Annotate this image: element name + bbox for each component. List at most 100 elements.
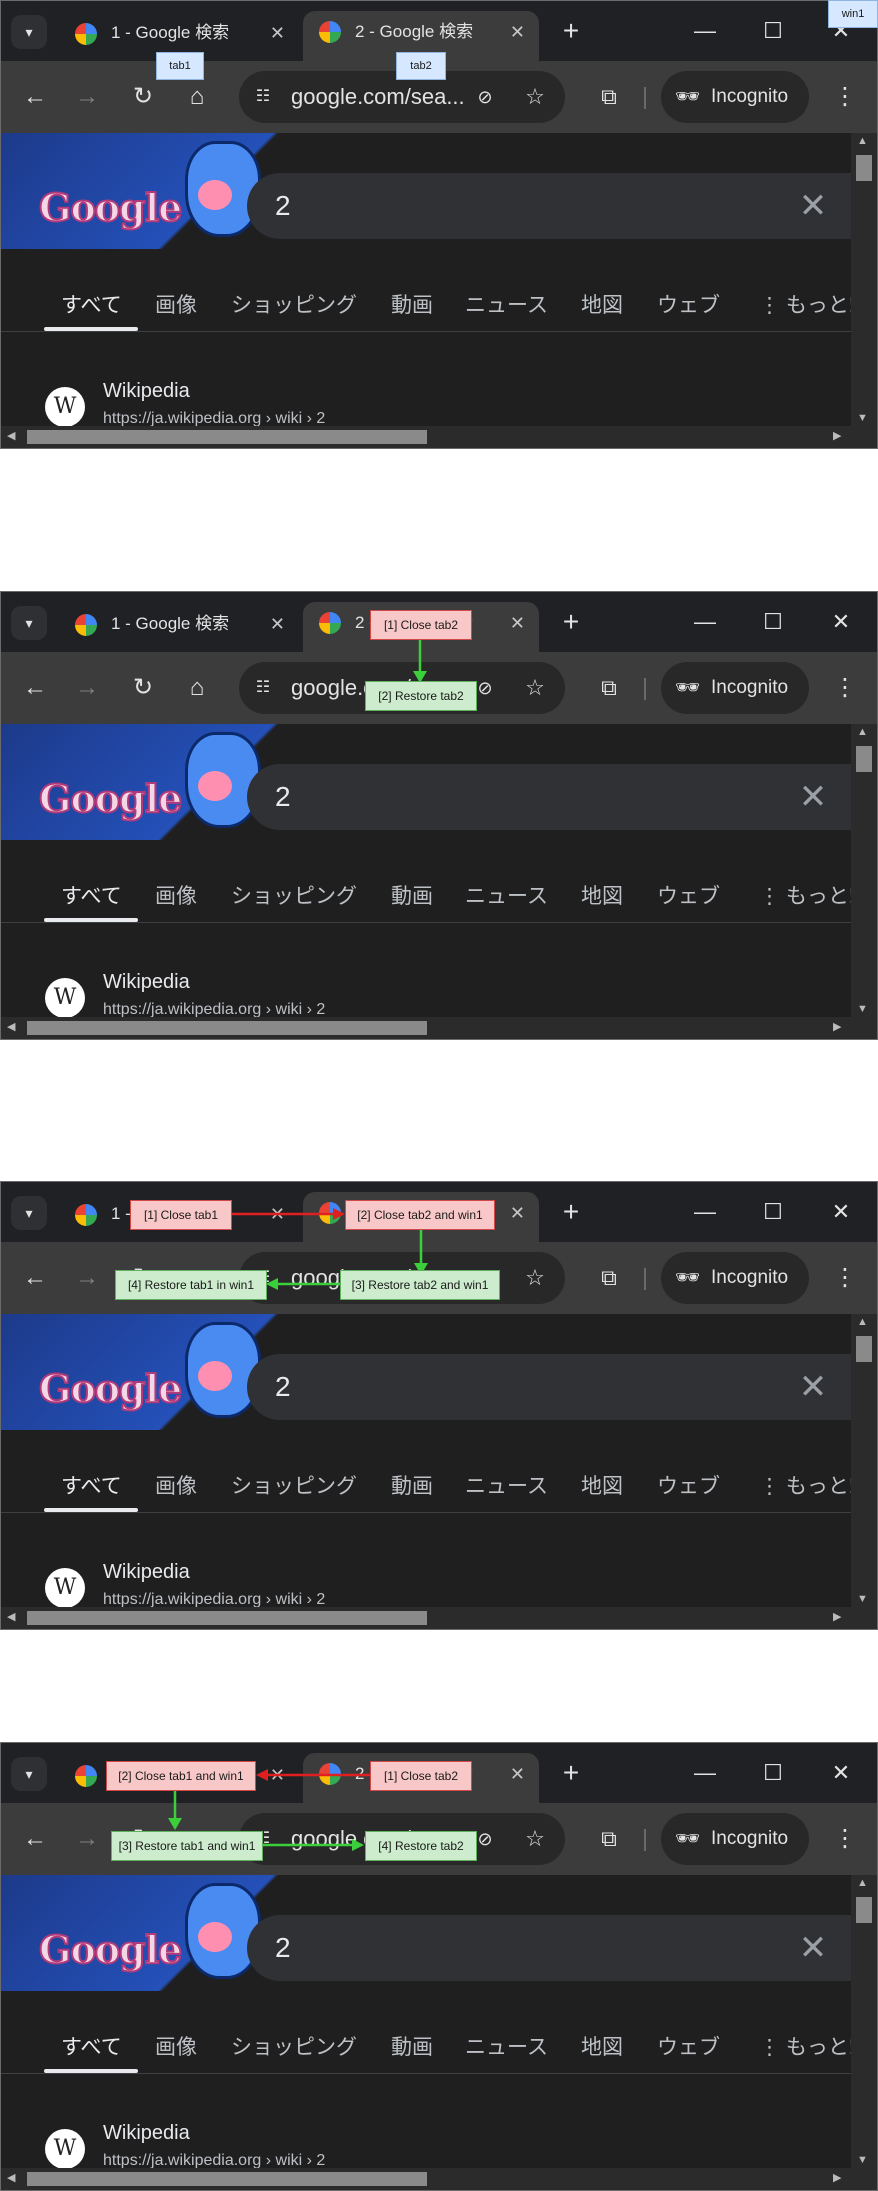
back-icon[interactable]: ← (17, 670, 53, 706)
nav-maps[interactable]: 地図 (581, 289, 623, 319)
clear-search-icon[interactable]: ✕ (793, 186, 833, 226)
scroll-right-icon[interactable]: ▶ (833, 1020, 841, 1033)
result-title[interactable]: Wikipedia (103, 1561, 190, 1584)
close-tab-1-icon[interactable]: ✕ (270, 1194, 285, 1234)
horizontal-scrollbar[interactable]: ◀ ▶ (1, 1607, 877, 1629)
menu-icon[interactable]: ⋮ (827, 1260, 863, 1296)
incognito-badge[interactable]: 🕶 Incognito (661, 1252, 809, 1304)
scroll-down-icon[interactable]: ▼ (857, 1003, 868, 1015)
search-input[interactable]: 2 ✕ (247, 1915, 851, 1981)
nav-more[interactable]: ⋮ もっと! (759, 880, 851, 910)
nav-maps[interactable]: 地図 (581, 1470, 623, 1500)
tab-search-button[interactable]: ▾ (11, 15, 47, 49)
nav-news[interactable]: ニュース (465, 1470, 548, 1500)
minimize-button[interactable]: — (685, 606, 725, 640)
vertical-scrollbar[interactable]: ▲ ▼ (851, 1314, 877, 1607)
nav-videos[interactable]: 動画 (391, 1470, 433, 1500)
tab-search-button[interactable]: ▾ (11, 1757, 47, 1791)
close-tab-2-icon[interactable]: ✕ (510, 602, 525, 644)
maximize-button[interactable]: ☐ (753, 15, 793, 49)
vertical-scroll-thumb[interactable] (856, 1336, 872, 1362)
bookmark-star-icon[interactable]: ☆ (519, 1262, 551, 1294)
scroll-down-icon[interactable]: ▼ (857, 2154, 868, 2166)
nav-web[interactable]: ウェブ (657, 289, 720, 319)
reload-icon[interactable]: ↻ (125, 79, 161, 115)
nav-maps[interactable]: 地図 (581, 880, 623, 910)
nav-images[interactable]: 画像 (155, 289, 197, 319)
nav-shopping[interactable]: ショッピング (231, 1470, 357, 1500)
horizontal-scrollbar[interactable]: ◀ ▶ (1, 426, 877, 448)
scroll-up-icon[interactable]: ▲ (857, 1316, 868, 1328)
back-icon[interactable]: ← (17, 79, 53, 115)
nav-images[interactable]: 画像 (155, 2031, 197, 2061)
nav-more[interactable]: ⋮ もっと! (759, 1470, 851, 1500)
nav-shopping[interactable]: ショッピング (231, 289, 357, 319)
tab-1[interactable]: 1 - Google 検索 ✕ (59, 13, 299, 53)
new-tab-button[interactable]: + (554, 606, 588, 640)
nav-news[interactable]: ニュース (465, 2031, 548, 2061)
bookmark-star-icon[interactable]: ☆ (519, 81, 551, 113)
tracking-protection-icon[interactable]: ⊘ (469, 81, 501, 113)
forward-icon[interactable]: → (69, 79, 105, 115)
scroll-down-icon[interactable]: ▼ (857, 412, 868, 424)
nav-web[interactable]: ウェブ (657, 880, 720, 910)
nav-more[interactable]: ⋮ もっと! (759, 289, 851, 319)
nav-news[interactable]: ニュース (465, 289, 548, 319)
clear-search-icon[interactable]: ✕ (793, 1367, 833, 1407)
vertical-scrollbar[interactable]: ▲ ▼ (851, 1875, 877, 2168)
vertical-scroll-thumb[interactable] (856, 1897, 872, 1923)
search-input[interactable]: 2 ✕ (247, 173, 851, 239)
tab-1[interactable]: 1 - Google 検索 ✕ (59, 604, 299, 644)
scroll-left-icon[interactable]: ◀ (7, 1610, 15, 1623)
horizontal-scrollbar[interactable]: ◀ ▶ (1, 2168, 877, 2190)
reload-icon[interactable]: ↻ (125, 670, 161, 706)
back-icon[interactable]: ← (17, 1821, 53, 1857)
scroll-left-icon[interactable]: ◀ (7, 1020, 15, 1033)
incognito-badge[interactable]: 🕶 Incognito (661, 71, 809, 123)
scroll-up-icon[interactable]: ▲ (857, 135, 868, 147)
maximize-button[interactable]: ☐ (753, 606, 793, 640)
site-settings-icon[interactable]: ☷ (249, 674, 277, 702)
forward-icon[interactable]: → (69, 1821, 105, 1857)
nav-web[interactable]: ウェブ (657, 2031, 720, 2061)
nav-more[interactable]: ⋮ もっと! (759, 2031, 851, 2061)
home-icon[interactable]: ⌂ (179, 79, 215, 115)
minimize-button[interactable]: — (685, 1757, 725, 1791)
search-input[interactable]: 2 ✕ (247, 1354, 851, 1420)
nav-images[interactable]: 画像 (155, 880, 197, 910)
close-tab-2-icon[interactable]: ✕ (510, 11, 525, 53)
scroll-down-icon[interactable]: ▼ (857, 1593, 868, 1605)
scroll-right-icon[interactable]: ▶ (833, 429, 841, 442)
back-icon[interactable]: ← (17, 1260, 53, 1296)
clear-search-icon[interactable]: ✕ (793, 1928, 833, 1968)
tab-search-button[interactable]: ▾ (11, 606, 47, 640)
scroll-right-icon[interactable]: ▶ (833, 2171, 841, 2184)
close-window-button[interactable]: ✕ (821, 1757, 861, 1791)
forward-icon[interactable]: → (69, 670, 105, 706)
tab-search-button[interactable]: ▾ (11, 1196, 47, 1230)
close-window-button[interactable]: ✕ (821, 1196, 861, 1230)
close-tab-2-icon[interactable]: ✕ (510, 1192, 525, 1234)
close-tab-1-icon[interactable]: ✕ (270, 13, 285, 53)
result-title[interactable]: Wikipedia (103, 380, 190, 403)
nav-maps[interactable]: 地図 (581, 2031, 623, 2061)
scroll-up-icon[interactable]: ▲ (857, 726, 868, 738)
close-window-button[interactable]: ✕ (821, 606, 861, 640)
nav-all[interactable]: すべて (61, 880, 122, 910)
nav-images[interactable]: 画像 (155, 1470, 197, 1500)
forward-icon[interactable]: → (69, 1260, 105, 1296)
extensions-icon[interactable]: ⧉ (591, 1821, 627, 1857)
horizontal-scroll-thumb[interactable] (27, 430, 427, 444)
nav-shopping[interactable]: ショッピング (231, 2031, 357, 2061)
new-tab-button[interactable]: + (554, 1757, 588, 1791)
vertical-scroll-thumb[interactable] (856, 746, 872, 772)
new-tab-button[interactable]: + (554, 15, 588, 49)
extensions-icon[interactable]: ⧉ (591, 1260, 627, 1296)
menu-icon[interactable]: ⋮ (827, 79, 863, 115)
minimize-button[interactable]: — (685, 1196, 725, 1230)
nav-shopping[interactable]: ショッピング (231, 880, 357, 910)
maximize-button[interactable]: ☐ (753, 1196, 793, 1230)
vertical-scrollbar[interactable]: ▲ ▼ (851, 133, 877, 426)
close-tab-1-icon[interactable]: ✕ (270, 604, 285, 644)
nav-videos[interactable]: 動画 (391, 289, 433, 319)
